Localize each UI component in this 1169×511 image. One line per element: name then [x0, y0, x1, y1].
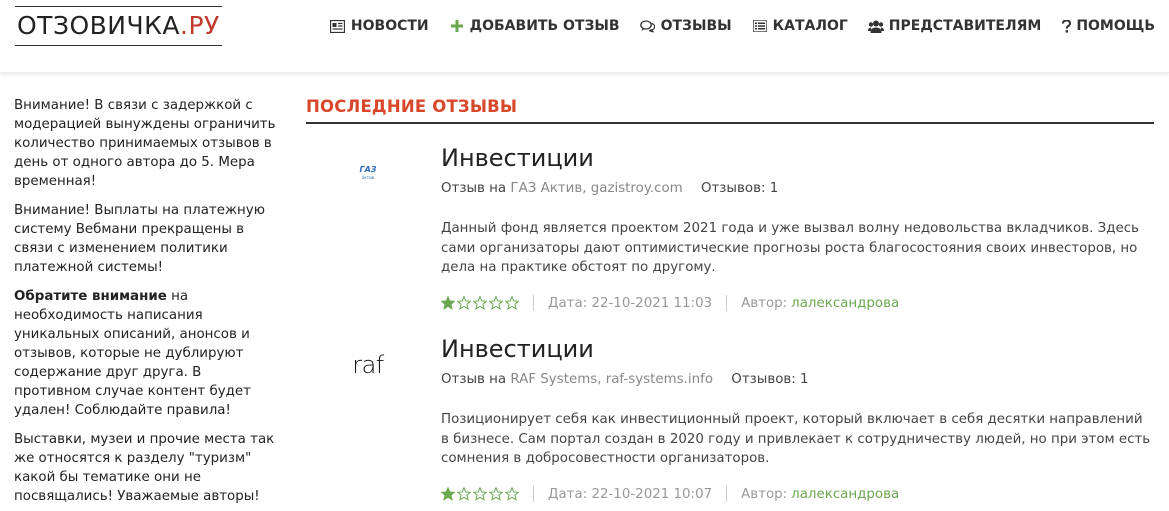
plus-icon	[449, 18, 465, 34]
gaz-logo-text: ГАЗ	[359, 165, 377, 174]
star-filled-icon	[441, 296, 455, 310]
site-header: ОТЗОВИЧКА.РУ НОВОСТИ ДОБАВИТЬ ОТЗЫВ ОТЗЫ…	[0, 0, 1169, 73]
nav-reviews[interactable]: ОТЗЫВЫ	[640, 16, 732, 36]
sidebar-notices: Внимание! В связи с задержкой с модераци…	[14, 96, 276, 511]
footer-separator	[726, 486, 728, 502]
nav-add-review[interactable]: ДОБАВИТЬ ОТЗЫВ	[449, 16, 620, 36]
logo-tld: РУ	[188, 11, 220, 40]
nav-catalog-label: КАТАЛОГ	[772, 18, 848, 34]
users-icon	[867, 18, 884, 34]
notice-unique-content: Обратите внимание на необходимость напис…	[14, 287, 276, 420]
review-footer: Дата: 22-10-2021 11:03 Автор: лалександр…	[441, 295, 899, 311]
review-author-link[interactable]: лалександрова	[791, 487, 899, 502]
raf-logo-text: raf	[352, 351, 384, 379]
list-icon	[752, 18, 768, 34]
review-title[interactable]: Инвестиции	[441, 335, 594, 363]
star-empty-icon	[473, 487, 487, 501]
nav-add-review-label: ДОБАВИТЬ ОТЗЫВ	[469, 18, 620, 34]
company-logo-raf[interactable]: raf	[318, 335, 418, 395]
review-author-link[interactable]: лалександрова	[791, 296, 899, 311]
newspaper-icon	[330, 18, 346, 34]
nav-representatives[interactable]: ПРЕДСТАВИТЕЛЯМ	[867, 16, 1042, 36]
nav-news-label: НОВОСТИ	[350, 18, 429, 34]
review-footer: Дата: 22-10-2021 10:07 Автор: лалександр…	[441, 486, 899, 502]
notice-webmoney: Внимание! Выплаты на платежную систему В…	[14, 203, 265, 275]
star-empty-icon	[505, 296, 519, 310]
footer-separator	[533, 486, 534, 502]
review-count: Отзывов: 1	[731, 372, 809, 387]
review-title[interactable]: Инвестиции	[441, 144, 594, 172]
footer-separator	[533, 295, 534, 311]
gaz-logo-subtext: актив	[361, 175, 375, 180]
review-date: Дата: 22-10-2021 11:03	[548, 295, 713, 311]
comments-icon	[640, 18, 656, 34]
review-meta-prefix: Отзыв на	[441, 181, 507, 196]
company-logo-gaz[interactable]: ГАЗ актив	[318, 144, 418, 204]
section-title: ПОСЛЕДНИЕ ОТЗЫВЫ	[306, 97, 518, 116]
nav-news[interactable]: НОВОСТИ	[330, 16, 429, 36]
nav-help[interactable]: ПОМОЩЬ	[1061, 16, 1155, 36]
review-card: raf Инвестиции Отзыв на RAF Systems, raf…	[306, 315, 1154, 505]
review-meta: Отзыв на RAF Systems, raf-systems.info О…	[441, 372, 809, 387]
notice-unique-text: на необходимость написания уникальных оп…	[14, 289, 251, 418]
review-company-link[interactable]: RAF Systems, raf-systems.info	[510, 372, 713, 387]
star-empty-icon	[473, 296, 487, 310]
review-meta-prefix: Отзыв на	[441, 372, 507, 387]
review-text: Позиционирует себя как инвестиционный пр…	[441, 412, 1151, 466]
review-author-label: Автор:	[741, 295, 788, 311]
notice-moderation: Внимание! В связи с задержкой с модераци…	[14, 98, 276, 189]
star-empty-icon	[489, 296, 503, 310]
review-count: Отзывов: 1	[700, 181, 779, 196]
nav-help-label: ПОМОЩЬ	[1076, 18, 1155, 34]
review-date: Дата: 22-10-2021 10:07	[548, 486, 713, 502]
main-nav: НОВОСТИ ДОБАВИТЬ ОТЗЫВ ОТЗЫВЫ КАТАЛОГ ПР…	[330, 16, 1155, 36]
logo-main-text: ОТЗОВИЧКА	[17, 11, 180, 40]
nav-reviews-label: ОТЗЫВЫ	[660, 18, 732, 34]
star-empty-icon	[505, 487, 519, 501]
nav-catalog[interactable]: КАТАЛОГ	[752, 16, 848, 36]
site-logo[interactable]: ОТЗОВИЧКА.РУ	[15, 6, 222, 46]
review-author-label: Автор:	[741, 486, 788, 502]
notice-tourism: Выставки, музеи и прочие места так же от…	[14, 432, 275, 504]
nav-representatives-label: ПРЕДСТАВИТЕЛЯМ	[888, 18, 1042, 34]
star-filled-icon	[441, 487, 455, 501]
review-meta: Отзыв на ГАЗ Актив, gazistroy.com Отзыво…	[441, 181, 778, 196]
question-icon	[1061, 18, 1071, 34]
review-rating	[441, 487, 519, 501]
review-rating	[441, 296, 519, 310]
notice-unique-bold: Обратите внимание	[14, 289, 167, 304]
footer-separator	[726, 295, 728, 311]
review-company-link[interactable]: ГАЗ Актив, gazistroy.com	[510, 181, 682, 196]
star-empty-icon	[457, 296, 471, 310]
star-empty-icon	[457, 487, 471, 501]
review-text: Данный фонд является проектом 2021 года …	[441, 221, 1139, 275]
star-empty-icon	[489, 487, 503, 501]
review-card: ГАЗ актив Инвестиции Отзыв на ГАЗ Актив,…	[306, 124, 1154, 314]
